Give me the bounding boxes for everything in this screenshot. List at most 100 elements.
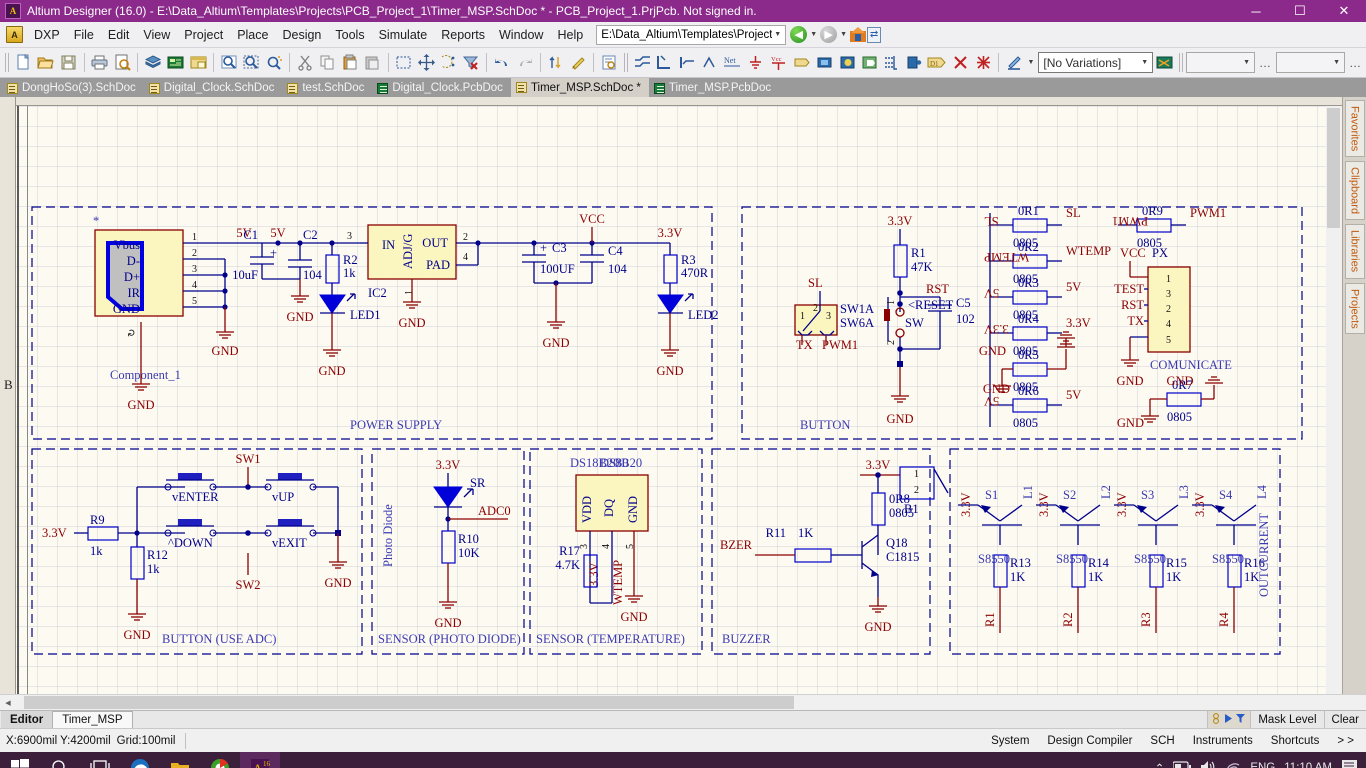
back-dropdown-icon[interactable]: ▼ <box>808 31 819 38</box>
pcb-document-icon[interactable] <box>165 51 185 74</box>
toolbar-grip[interactable] <box>5 53 10 72</box>
open-project-icon[interactable] <box>143 51 163 74</box>
copy-icon[interactable] <box>318 51 338 74</box>
panel-tab-projects[interactable]: Projects <box>1344 282 1365 335</box>
menu-help[interactable]: Help <box>550 25 590 45</box>
tab-timer-msp[interactable]: Timer_MSP <box>52 711 133 728</box>
place-vcc-icon[interactable]: Vcc <box>768 51 790 74</box>
status-sch-button[interactable]: SCH <box>1141 732 1183 750</box>
menu-simulate[interactable]: Simulate <box>372 25 435 45</box>
play-icon[interactable] <box>1224 713 1233 727</box>
browser-icon[interactable] <box>200 752 240 768</box>
horizontal-scrollbar[interactable]: ◀ <box>0 694 1366 710</box>
menu-edit[interactable]: Edit <box>101 25 137 45</box>
task-view-icon[interactable] <box>80 752 120 768</box>
scroll-left-icon[interactable]: ◀ <box>0 695 16 711</box>
place-pin-icon[interactable] <box>904 51 924 74</box>
notification-icon[interactable] <box>1341 759 1358 768</box>
clock[interactable]: 11:10 AM <box>1284 762 1332 768</box>
chevron-down-icon[interactable]: ▼ <box>1241 59 1252 66</box>
paste-special-icon[interactable] <box>362 51 382 74</box>
chevron-down-icon[interactable]: ▼ <box>1331 59 1342 66</box>
filter-2-more-button[interactable]: … <box>1345 56 1366 70</box>
volume-icon[interactable] <box>1200 760 1216 768</box>
place-bus-entry-icon[interactable] <box>677 51 697 74</box>
smart-select-icon[interactable] <box>438 51 458 74</box>
forward-arrow-icon[interactable]: ▶ <box>820 26 838 43</box>
home-icon[interactable] <box>850 27 867 42</box>
status-shortcuts-button[interactable]: Shortcuts <box>1262 732 1329 750</box>
doc-tab-digital-clock-sch[interactable]: Digital_Clock.SchDoc <box>144 79 283 97</box>
status-design-compiler-button[interactable]: Design Compiler <box>1038 732 1141 750</box>
status-instruments-button[interactable]: Instruments <box>1184 732 1262 750</box>
wifi-icon[interactable] <box>1225 760 1241 768</box>
close-button[interactable]: ✕ <box>1322 0 1366 22</box>
file-explorer-icon[interactable] <box>160 752 200 768</box>
menu-tools[interactable]: Tools <box>328 25 371 45</box>
status-system-button[interactable]: System <box>982 732 1038 750</box>
place-designator-icon[interactable]: D1 <box>926 51 948 74</box>
panels-icon[interactable] <box>188 51 208 74</box>
dxp-logo-icon[interactable]: A <box>6 26 23 43</box>
maximize-button[interactable]: ☐ <box>1278 0 1322 22</box>
place-bus-icon[interactable] <box>655 51 675 74</box>
place-gnd-icon[interactable] <box>746 51 766 74</box>
doc-tab-timer-msp-sch[interactable]: Timer_MSP.SchDoc * <box>510 78 649 97</box>
doc-tab-timer-msp-pcb[interactable]: Timer_MSP.PcbDoc <box>649 79 779 97</box>
place-device-sheet-icon[interactable] <box>882 51 902 74</box>
doc-tab-digital-clock-pcb[interactable]: Digital_Clock.PcbDoc <box>372 79 511 97</box>
filter-combo-2[interactable]: ▼ <box>1276 52 1346 73</box>
panel-tab-favorites[interactable]: Favorites <box>1344 100 1365 158</box>
toolbar-grip[interactable] <box>623 53 629 72</box>
place-wire-icon[interactable] <box>632 51 652 74</box>
vertical-scroll-thumb[interactable] <box>1327 108 1340 228</box>
annotate-icon[interactable] <box>568 51 588 74</box>
print-preview-icon[interactable] <box>112 51 132 74</box>
draw-dropdown-icon[interactable]: ▼ <box>1025 59 1036 66</box>
status-overflow-button[interactable]: > > <box>1328 732 1363 750</box>
forward-dropdown-icon[interactable]: ▼ <box>838 31 849 38</box>
menu-project[interactable]: Project <box>177 25 230 45</box>
minimize-button[interactable]: ─ <box>1234 0 1278 22</box>
panel-tab-clipboard[interactable]: Clipboard <box>1344 161 1365 221</box>
altium-icon[interactable]: A16 <box>240 752 280 768</box>
browse-library-icon[interactable] <box>599 51 619 74</box>
doc-tab-test-sch[interactable]: test.SchDoc <box>282 79 372 97</box>
new-document-icon[interactable] <box>13 51 33 74</box>
place-port-icon[interactable] <box>792 51 812 74</box>
zoom-area-icon[interactable] <box>219 51 239 74</box>
move-icon[interactable] <box>416 51 436 74</box>
clear-filter-icon[interactable] <box>461 51 481 74</box>
filter-icon[interactable] <box>1235 713 1246 727</box>
place-nodirective-icon[interactable] <box>950 51 970 74</box>
select-area-icon[interactable] <box>394 51 414 74</box>
battery-icon[interactable] <box>1172 761 1192 768</box>
path-combo[interactable]: E:\Data_Altium\Templates\Project: ▼ <box>596 24 787 45</box>
menu-file[interactable]: File <box>67 25 101 45</box>
cut-icon[interactable] <box>295 51 315 74</box>
updown-arrows-icon[interactable] <box>546 51 566 74</box>
edge-browser-icon[interactable] <box>120 752 160 768</box>
menu-reports[interactable]: Reports <box>434 25 492 45</box>
print-icon[interactable] <box>89 51 109 74</box>
zoom-selection-icon[interactable] <box>242 51 262 74</box>
toolbar-grip[interactable] <box>1178 53 1183 72</box>
variations-combo[interactable]: [No Variations] ▼ <box>1038 52 1154 73</box>
draw-tool-icon[interactable] <box>1004 51 1024 74</box>
paste-icon[interactable] <box>340 51 360 74</box>
menu-place[interactable]: Place <box>230 25 275 45</box>
vertical-scrollbar[interactable] <box>1326 106 1342 694</box>
clear-mask-button[interactable]: Clear <box>1323 711 1366 728</box>
mask-dots-icon[interactable] <box>1212 712 1222 728</box>
undo-icon[interactable] <box>492 51 512 74</box>
zoom-filter-icon[interactable] <box>264 51 284 74</box>
variant-board-icon[interactable] <box>1154 51 1174 74</box>
place-netlabel-icon[interactable] <box>699 51 719 74</box>
menu-dxp[interactable]: DXP <box>27 25 67 45</box>
tab-editor[interactable]: Editor <box>1 711 53 728</box>
schematic-canvas-container[interactable]: .w{stroke:#00008b;stroke-width:1.3;fill:… <box>0 97 1342 694</box>
save-icon[interactable] <box>58 51 78 74</box>
windows-start-icon[interactable] <box>0 752 40 768</box>
menu-design[interactable]: Design <box>275 25 328 45</box>
chevron-down-icon[interactable]: ▼ <box>772 31 783 38</box>
